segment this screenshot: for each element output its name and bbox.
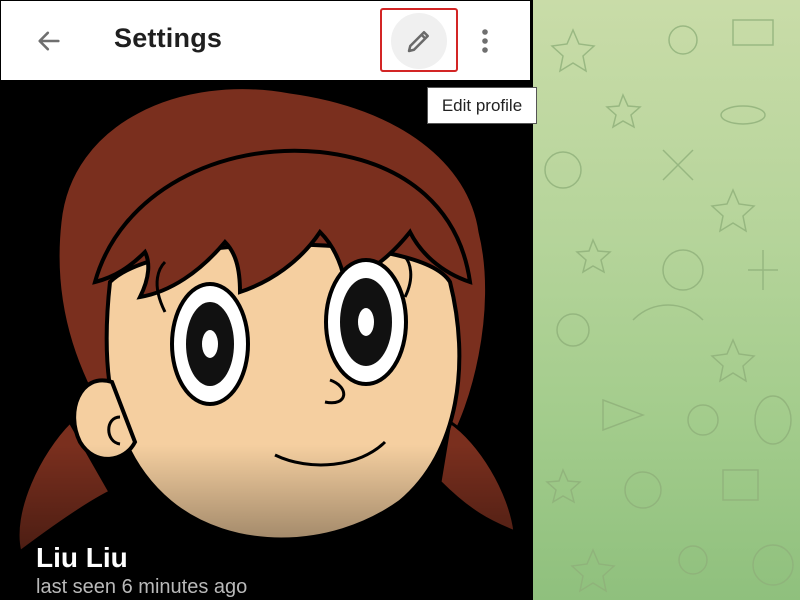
more-vertical-icon [482,29,488,53]
more-options-button[interactable] [467,21,503,61]
profile-name: Liu Liu [36,542,128,573]
last-seen-status: last seen 6 minutes ago [36,576,248,598]
avatar-illustration [0,82,533,600]
profile-avatar[interactable] [0,82,533,600]
page-title: Settings [114,23,223,53]
arrow-left-icon [38,31,60,51]
back-button[interactable] [27,21,71,61]
pencil-icon [407,31,429,53]
settings-header: Settings [0,0,531,81]
edit-profile-button[interactable] [391,13,447,69]
edit-profile-tooltip: Edit profile [427,87,537,124]
doodle-pattern [544,19,794,593]
chat-wallpaper [533,0,800,600]
